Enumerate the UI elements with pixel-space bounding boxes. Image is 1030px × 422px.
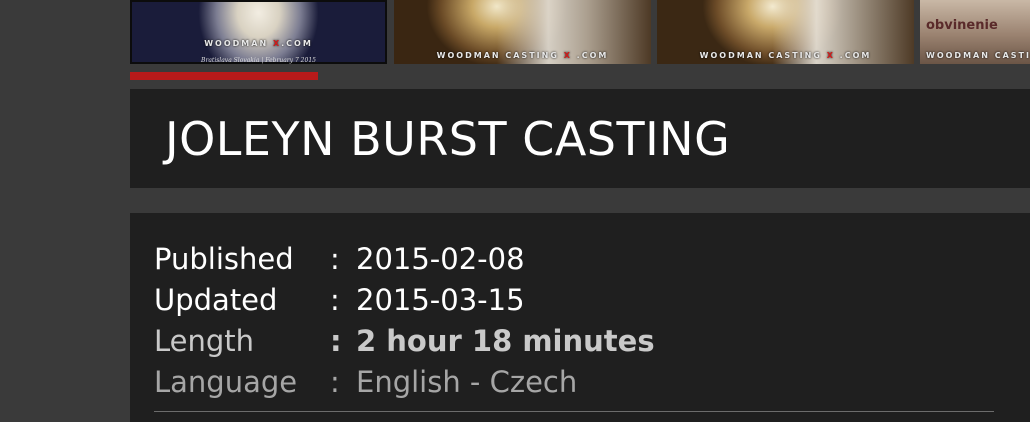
language-label: Language (154, 365, 298, 399)
thumbnail-watermark: WOODMAN CASTING X .COM (699, 51, 872, 60)
thumbnail-selected-frame (130, 0, 387, 64)
length-label: Length (154, 324, 255, 358)
thumbnail-watermark: WOODMAN CASTING X .COM (436, 51, 609, 60)
detail-row-updated: Updated : 2015-03-15 (154, 280, 655, 321)
watermark-x-icon: X (563, 51, 572, 60)
updated-value: 2015-03-15 (356, 283, 525, 317)
details-table: Published : 2015-02-08 Updated : 2015-03… (154, 239, 655, 403)
language-value: English - Czech (356, 365, 578, 399)
updated-separator: : (330, 283, 340, 317)
detail-row-language: Language : English - Czech (154, 362, 655, 403)
published-value: 2015-02-08 (356, 242, 525, 276)
thumbnail-watermark: WOODMAN CASTING (926, 51, 1030, 60)
watermark-x-icon: X (826, 51, 835, 60)
thumbnail-sign-text: obvinenie (926, 18, 998, 33)
thumbnail-1[interactable]: WOODMAN X.COM Bratislava Slovakia | Febr… (130, 0, 387, 64)
progress-bar (130, 72, 1030, 80)
thumbnail-strip: WOODMAN X.COM Bratislava Slovakia | Febr… (130, 0, 1030, 64)
details-divider (154, 411, 994, 412)
detail-row-length: Length : 2 hour 18 minutes (154, 321, 655, 362)
thumbnail-2[interactable]: WOODMAN CASTING X .COM (394, 0, 651, 64)
length-value: 2 hour 18 minutes (356, 324, 655, 358)
thumbnail-location-caption: Bratislava Slovakia | February 7 2015 (201, 57, 316, 64)
page-title: JOLEYN BURST CASTING (165, 112, 731, 166)
detail-row-published: Published : 2015-02-08 (154, 239, 655, 280)
published-label: Published (154, 242, 294, 276)
length-separator: : (330, 324, 342, 358)
published-separator: : (330, 242, 340, 276)
thumbnail-3[interactable]: WOODMAN CASTING X .COM (657, 0, 914, 64)
title-bar: JOLEYN BURST CASTING (130, 89, 1030, 188)
thumbnail-watermark: WOODMAN X.COM (204, 39, 313, 48)
language-separator: : (330, 365, 340, 399)
updated-label: Updated (154, 283, 278, 317)
details-panel: Published : 2015-02-08 Updated : 2015-03… (130, 213, 1030, 422)
scene-page: WOODMAN X.COM Bratislava Slovakia | Febr… (0, 0, 1030, 422)
thumbnail-4[interactable]: obvinenie WOODMAN CASTING (920, 0, 1030, 64)
watermark-x-icon: X (272, 39, 282, 48)
progress-bar-fill (130, 72, 319, 80)
